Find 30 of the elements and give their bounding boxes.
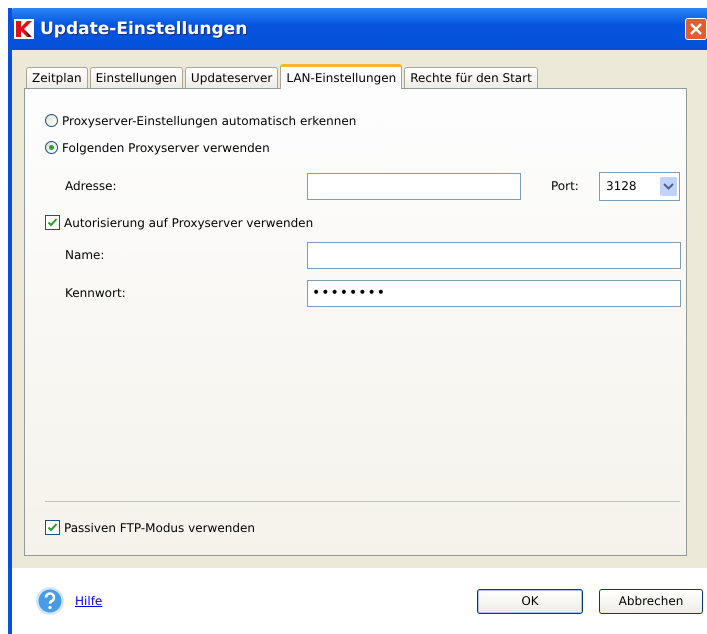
checkbox[interactable]: [45, 520, 60, 535]
field-label: Kennwort:: [64, 286, 127, 300]
help-link[interactable]: Hilfe: [75, 594, 102, 608]
checkbox-label[interactable]: Passiven FTP-Modus verwenden: [64, 520, 255, 534]
password-field[interactable]: ••••••••: [307, 280, 681, 306]
tab[interactable]: Zeitplan: [26, 67, 88, 88]
window-title: Update-Einstellungen: [40, 19, 248, 39]
chevron-down-icon: [660, 176, 677, 196]
field-label: Name:: [64, 248, 106, 262]
field-label: Adresse:: [64, 179, 118, 193]
radio-button[interactable]: [45, 141, 58, 154]
radio-button[interactable]: [45, 114, 58, 127]
tab[interactable]: Updateserver: [184, 67, 278, 88]
tab[interactable]: Einstellungen: [90, 67, 183, 88]
k-logo-icon: [14, 19, 34, 39]
radio-label[interactable]: Proxyserver-Einstellungen automatisch erkennen: [62, 114, 356, 128]
field-label: Port:: [551, 179, 580, 193]
help-icon: [35, 586, 65, 616]
close-button[interactable]: [685, 18, 707, 40]
tab[interactable]: Rechte für den Start: [404, 67, 538, 88]
input-field[interactable]: [307, 172, 521, 200]
dialog-button[interactable]: OK: [477, 588, 583, 614]
port-dropdown[interactable]: 3128: [599, 172, 680, 200]
dialog-button[interactable]: Abbrechen: [599, 588, 703, 614]
tab[interactable]: LAN-Einstellungen: [280, 64, 402, 89]
input-field[interactable]: [307, 242, 681, 268]
checkbox[interactable]: [45, 215, 60, 230]
radio-label[interactable]: Folgenden Proxyserver verwenden: [62, 140, 270, 154]
checkbox-label[interactable]: Autorisierung auf Proxyserver verwenden: [64, 216, 314, 230]
close-icon: [690, 23, 702, 35]
